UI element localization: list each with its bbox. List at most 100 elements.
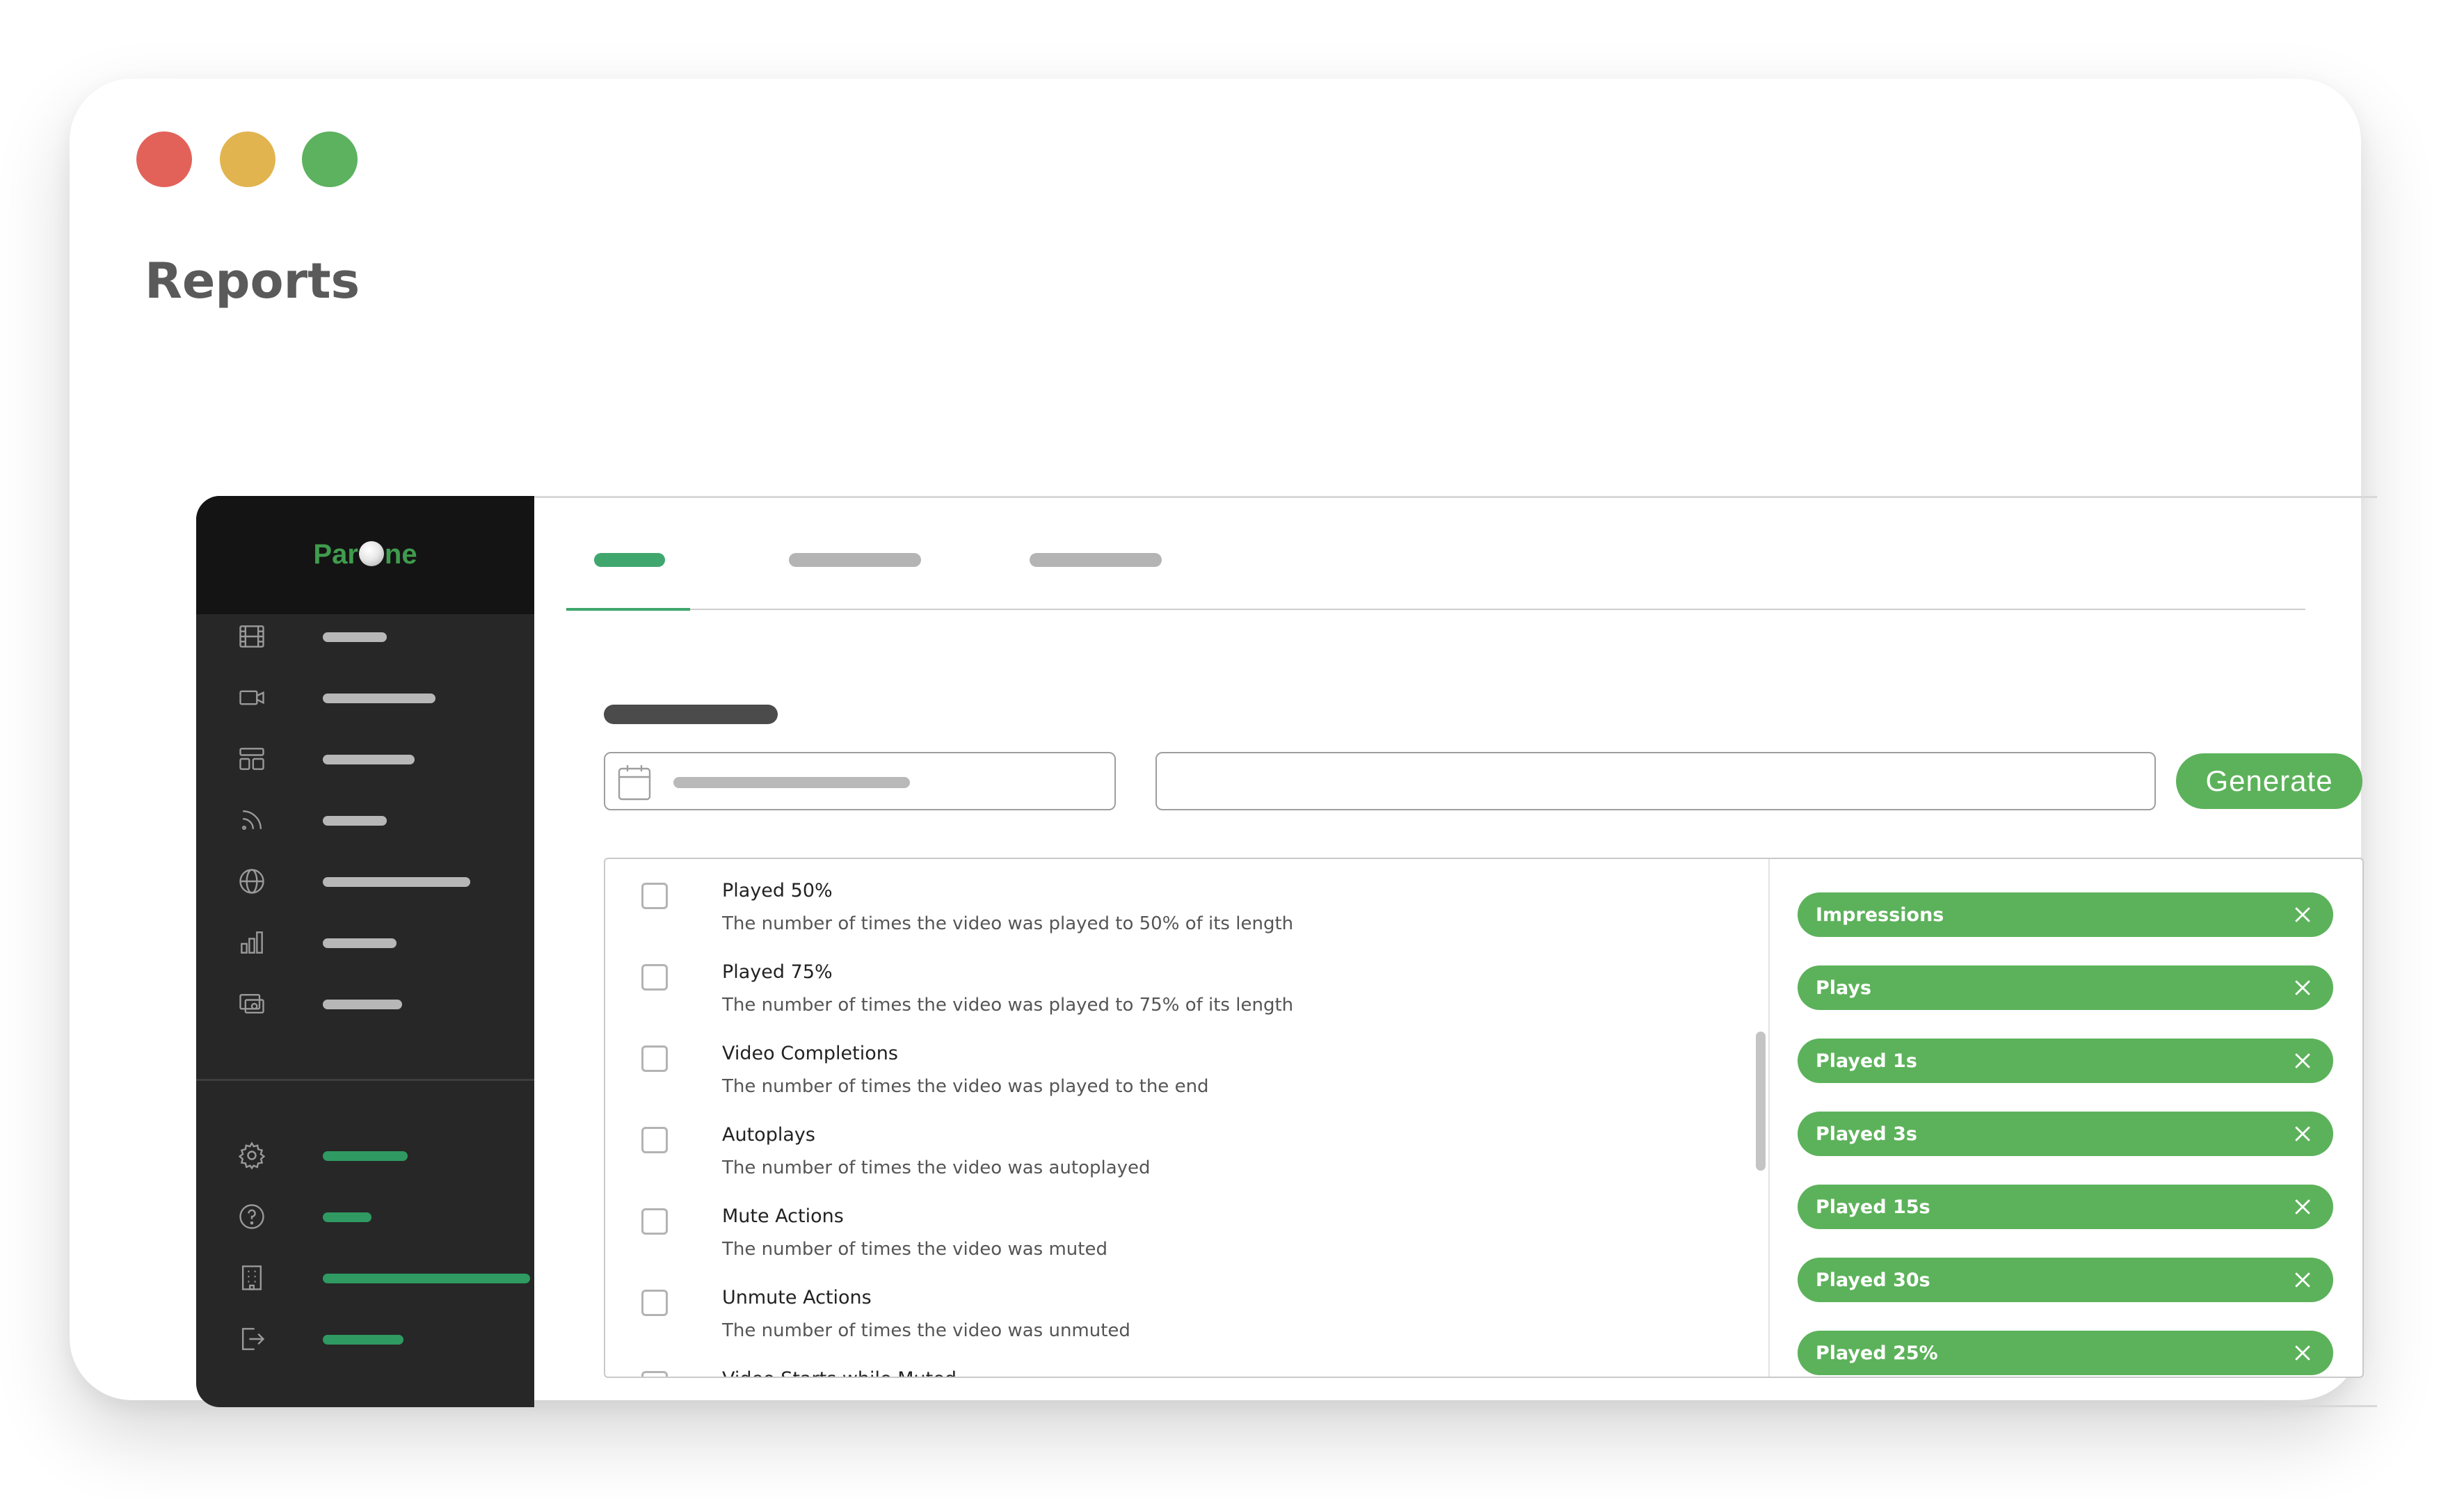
metrics-panel: Played 50% The number of times the video… <box>604 858 2364 1378</box>
selected-metrics-list: Impressions Plays Played 1s Played 3s Pl… <box>1770 859 2362 1377</box>
date-range-input[interactable] <box>604 752 1116 810</box>
close-icon[interactable] <box>2293 905 2312 924</box>
tab-third[interactable] <box>1030 553 1162 567</box>
metric-checkbox[interactable] <box>641 1127 668 1153</box>
chip-label: Plays <box>1816 977 1872 999</box>
sidebar: Par ne <box>196 496 534 1407</box>
brand-logo[interactable]: Par ne <box>196 539 534 570</box>
metric-title: Video Completions <box>722 1043 898 1064</box>
app-frame: Par ne Generate Played 50% The number of… <box>196 496 2377 1407</box>
selected-metric-chip[interactable]: Played 1s <box>1798 1039 2333 1083</box>
metric-title: Unmute Actions <box>722 1287 872 1308</box>
chip-label: Played 25% <box>1816 1342 1938 1364</box>
help-circle-icon <box>231 1196 273 1237</box>
main-content: Generate Played 50% The number of times … <box>534 496 2377 1407</box>
sidebar-item-label <box>323 1151 408 1161</box>
generate-button[interactable]: Generate <box>2176 753 2362 809</box>
metric-row[interactable]: Video Completions The number of times th… <box>641 1040 1685 1116</box>
sidebar-item-label <box>323 816 387 826</box>
chip-label: Played 3s <box>1816 1123 1917 1145</box>
sidebar-item-label <box>323 1274 530 1283</box>
section-heading <box>604 705 778 724</box>
metric-checkbox[interactable] <box>641 883 668 909</box>
selected-metric-chip[interactable]: Played 25% <box>1798 1331 2333 1375</box>
sidebar-item-label <box>323 1212 371 1222</box>
media-library-icon <box>231 983 273 1025</box>
sidebar-item-label <box>323 694 435 703</box>
sidebar-item-videos[interactable] <box>231 616 523 657</box>
building-icon <box>231 1257 273 1299</box>
metric-row[interactable]: Played 75% The number of times the video… <box>641 959 1685 1035</box>
available-metrics-list[interactable]: Played 50% The number of times the video… <box>605 859 1752 1377</box>
tab-second[interactable] <box>789 553 921 567</box>
sidebar-item-label <box>323 877 470 887</box>
tab-first[interactable] <box>594 553 665 567</box>
chip-label: Impressions <box>1816 904 1944 926</box>
metric-title: Played 75% <box>722 961 833 983</box>
chip-label: Played 15s <box>1816 1196 1930 1218</box>
layout-icon <box>231 738 273 780</box>
film-icon <box>231 616 273 657</box>
metric-row[interactable]: Unmute Actions The number of times the v… <box>641 1284 1685 1361</box>
close-icon[interactable] <box>2293 1343 2312 1363</box>
chip-label: Played 1s <box>1816 1050 1917 1072</box>
close-icon[interactable] <box>2293 978 2312 997</box>
metric-description: The number of times the video was played… <box>722 995 1294 1016</box>
calendar-icon <box>616 763 653 802</box>
metric-title: Autoplays <box>722 1124 815 1146</box>
sidebar-header: Par ne <box>196 496 534 614</box>
metric-row[interactable]: Mute Actions The number of times the vid… <box>641 1203 1685 1279</box>
active-tab-indicator <box>566 608 690 611</box>
sidebar-item-feeds[interactable] <box>231 799 523 841</box>
maximize-window-button[interactable] <box>302 131 358 187</box>
close-icon[interactable] <box>2293 1270 2312 1290</box>
logo-text-right: ne <box>384 539 417 570</box>
sidebar-item-media[interactable] <box>231 983 523 1025</box>
metrics-scrollbar[interactable] <box>1756 1032 1766 1171</box>
selected-metric-chip[interactable]: Played 15s <box>1798 1185 2333 1229</box>
close-icon[interactable] <box>2293 1051 2312 1071</box>
sidebar-item-settings[interactable] <box>231 1135 523 1176</box>
metric-checkbox[interactable] <box>641 1290 668 1316</box>
close-icon[interactable] <box>2293 1124 2312 1144</box>
globe-icon <box>231 860 273 902</box>
sidebar-item-layouts[interactable] <box>231 738 523 780</box>
metric-checkbox[interactable] <box>641 1045 668 1072</box>
selected-metric-chip[interactable]: Played 3s <box>1798 1112 2333 1156</box>
metric-title: Video Starts while Muted <box>722 1368 957 1377</box>
selected-metric-chip[interactable]: Played 30s <box>1798 1258 2333 1302</box>
metric-title: Mute Actions <box>722 1205 844 1227</box>
video-camera-icon <box>231 677 273 719</box>
sidebar-item-domains[interactable] <box>231 860 523 902</box>
sidebar-item-organization[interactable] <box>231 1257 530 1299</box>
report-filter-input[interactable] <box>1155 752 2156 810</box>
sidebar-item-label <box>323 1000 402 1009</box>
minimize-window-button[interactable] <box>220 131 275 187</box>
metric-row[interactable]: Played 50% The number of times the video… <box>641 877 1685 954</box>
selected-metric-chip[interactable]: Plays <box>1798 965 2333 1010</box>
sidebar-item-logout[interactable] <box>231 1318 523 1360</box>
sidebar-item-help[interactable] <box>231 1196 523 1237</box>
metric-checkbox[interactable] <box>641 1371 668 1377</box>
page-title: Reports <box>145 252 360 310</box>
logout-icon <box>231 1318 273 1360</box>
metric-row[interactable]: Autoplays The number of times the video … <box>641 1121 1685 1198</box>
close-icon[interactable] <box>2293 1197 2312 1217</box>
metric-row[interactable]: Video Starts while Muted <box>641 1365 1685 1377</box>
metric-description: The number of times the video was unmute… <box>722 1320 1130 1341</box>
close-window-button[interactable] <box>136 131 192 187</box>
sidebar-item-reports[interactable] <box>231 922 523 963</box>
sidebar-item-label <box>323 1335 403 1345</box>
golf-ball-icon <box>358 541 384 566</box>
metric-description: The number of times the video was played… <box>722 913 1294 934</box>
bar-chart-icon <box>231 922 273 963</box>
sidebar-item-label <box>323 938 397 948</box>
metric-checkbox[interactable] <box>641 964 668 991</box>
chip-label: Played 30s <box>1816 1269 1930 1291</box>
metric-checkbox[interactable] <box>641 1208 668 1235</box>
sidebar-item-label <box>323 755 415 764</box>
sidebar-item-live[interactable] <box>231 677 523 719</box>
gear-icon <box>231 1135 273 1176</box>
rss-icon <box>231 799 273 841</box>
selected-metric-chip[interactable]: Impressions <box>1798 892 2333 937</box>
